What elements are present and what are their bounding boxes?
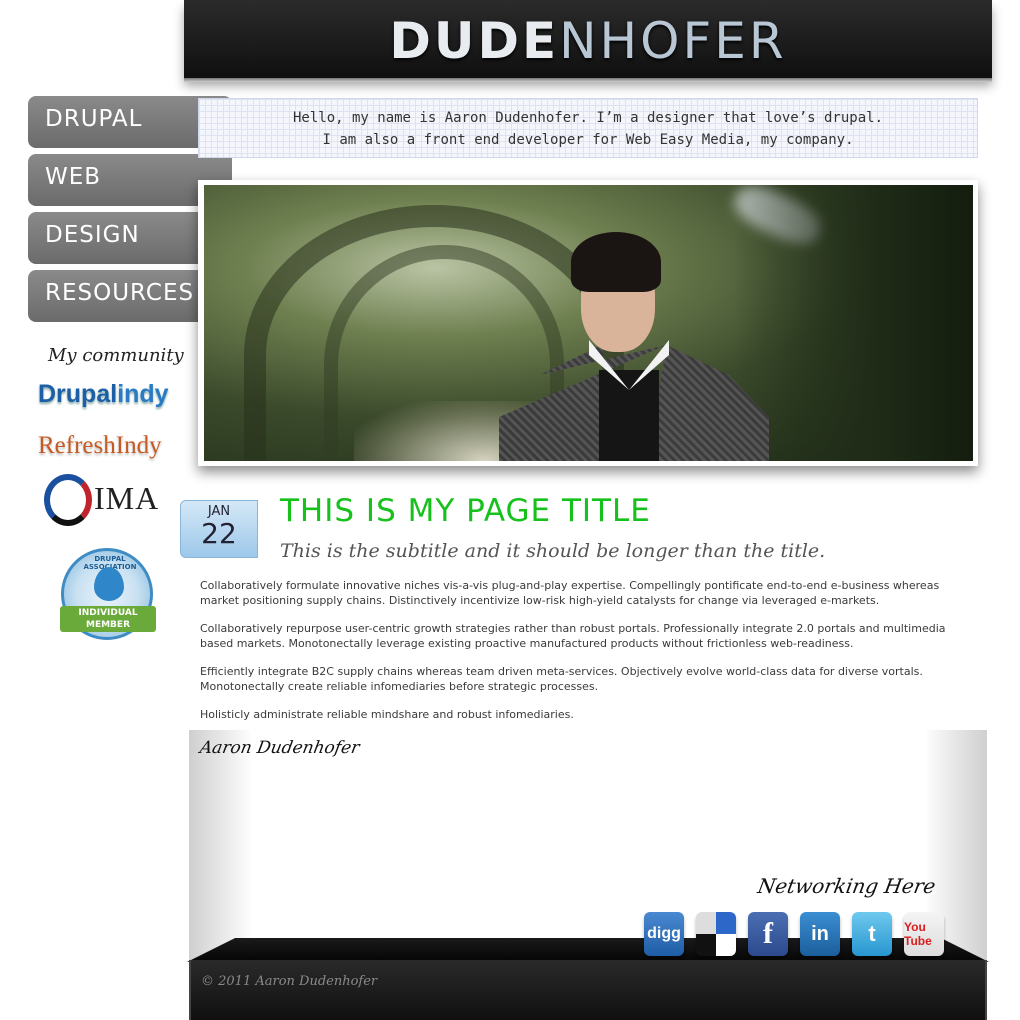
- intro-line-2: I am also a front end developer for Web …: [322, 132, 854, 148]
- twitter-icon[interactable]: t: [852, 912, 892, 956]
- linkedin-icon[interactable]: in: [800, 912, 840, 956]
- post-paragraph: Holisticly administrate reliable mindsha…: [200, 708, 574, 721]
- post-paragraph: Efficiently integrate B2C supply chains …: [200, 665, 923, 693]
- post-paragraph: Collaboratively repurpose user-centric g…: [200, 622, 946, 650]
- person-sweater: [599, 370, 659, 461]
- drupalindy-logo[interactable]: Drupalindy: [38, 380, 180, 418]
- ima-swirl-icon: [44, 474, 92, 526]
- author-signature: Aaron Dudenhofer: [198, 738, 362, 758]
- assoc-ribbon: INDIVIDUAL MEMBER: [60, 606, 156, 632]
- youtube-icon[interactable]: You Tube: [904, 912, 944, 956]
- drupalindy-text-a: Drupal: [38, 380, 118, 408]
- refreshindy-logo[interactable]: RefreshIndy: [38, 432, 180, 466]
- ima-text: IMA: [94, 480, 160, 516]
- ima-logo[interactable]: IMA: [44, 474, 174, 528]
- copyright-text: © 2011 Aaron Dudenhofer: [201, 974, 378, 989]
- site-logo[interactable]: DUDENHOFER: [389, 12, 786, 70]
- hero-photo: [204, 185, 973, 461]
- assoc-ribbon-line-2: MEMBER: [86, 620, 130, 630]
- site-footer: © 2011 Aaron Dudenhofer: [189, 960, 987, 1020]
- tree-shadow: [733, 185, 973, 461]
- digg-icon[interactable]: digg: [644, 912, 684, 956]
- logo-thin-part: NHOFER: [559, 12, 787, 70]
- post-paragraph: Collaboratively formulate innovative nic…: [200, 579, 940, 607]
- logo-bold-part: DUDE: [389, 12, 560, 70]
- post-date-badge: JAN 22: [180, 500, 258, 558]
- social-links: digg f in t You Tube: [644, 912, 944, 956]
- assoc-ribbon-line-1: INDIVIDUAL: [78, 608, 138, 618]
- portrait-person: [499, 230, 769, 461]
- networking-title: Networking Here: [755, 874, 938, 898]
- facebook-icon[interactable]: f: [748, 912, 788, 956]
- post-day: 22: [201, 517, 237, 550]
- delicious-icon[interactable]: [696, 912, 736, 956]
- drupal-association-badge[interactable]: DRUPAL ASSOCIATION INDIVIDUAL MEMBER: [60, 548, 156, 640]
- content-stage-inner: [251, 730, 927, 940]
- drupal-drop-icon: [94, 567, 124, 601]
- page: DUDENHOFER DRUPAL WEB DESIGN RESOURCES H…: [0, 0, 1020, 1020]
- nav-item-resources[interactable]: RESOURCES: [28, 270, 200, 322]
- page-title: THIS IS MY PAGE TITLE: [280, 493, 651, 529]
- site-header: DUDENHOFER: [184, 0, 992, 82]
- hero-frame: [198, 180, 978, 466]
- drupalindy-text-b: indy: [117, 380, 169, 408]
- intro-box: Hello, my name is Aaron Dudenhofer. I’m …: [198, 98, 978, 158]
- community-title: My community: [48, 345, 184, 366]
- person-hair: [571, 232, 661, 292]
- post-body: Collaboratively formulate innovative nic…: [200, 579, 970, 737]
- intro-line-1: Hello, my name is Aaron Dudenhofer. I’m …: [292, 110, 883, 126]
- page-subtitle: This is the subtitle and it should be lo…: [280, 540, 826, 562]
